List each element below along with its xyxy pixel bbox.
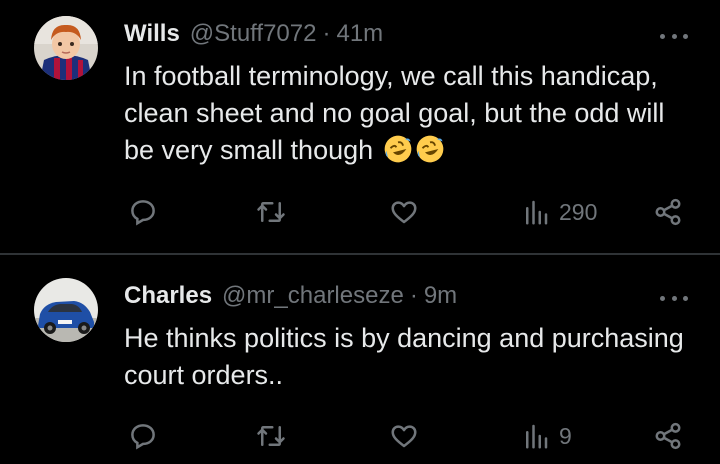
separator-dot: · [322,20,331,47]
avatar[interactable] [34,278,98,342]
tweet-text-body: He thinks politics is by dancing and pur… [124,323,684,390]
retweet-button[interactable] [255,194,287,230]
tweet-divider [0,253,720,255]
heart-icon [391,425,417,448]
user-handle[interactable]: @mr_charleseze [222,282,404,310]
views-count: 9 [559,422,572,449]
share-button[interactable] [652,418,684,454]
heart-icon [391,201,417,224]
views-chart-icon [526,424,548,449]
rolling-on-floor-laughing-emoji-icon [416,135,443,163]
timestamp[interactable]: 41m [336,20,383,48]
retweet-icon [257,426,285,446]
retweet-button[interactable] [255,418,287,454]
display-name[interactable]: Wills [124,20,180,48]
reply-icon [131,424,155,450]
tweet-actions: 290 [0,194,720,230]
separator-dot: · [409,282,418,309]
reply-icon [131,200,155,226]
views-button[interactable]: 9 [521,418,572,454]
tweet-header: Charles @mr_charleseze · 9m [124,282,457,310]
views-count: 290 [559,198,598,225]
views-button[interactable]: 290 [521,194,597,230]
like-button[interactable] [388,194,420,230]
retweet-icon [257,202,285,222]
reply-button[interactable] [128,418,158,454]
tweet-text: In football terminology, we call this ha… [124,58,694,169]
reply-button[interactable] [128,194,158,230]
views-chart-icon [526,200,548,225]
more-options-icon[interactable] [660,32,688,40]
rolling-on-floor-laughing-emoji-icon [384,135,411,163]
share-icon [655,422,681,450]
tweet-header: Wills @Stuff7072 · 41m [124,20,383,48]
tweet-actions: 9 [0,418,720,454]
more-options-icon[interactable] [660,294,688,302]
timestamp[interactable]: 9m [424,282,457,310]
tweet[interactable]: Charles @mr_charleseze · 9m He thinks po… [0,256,720,464]
avatar[interactable] [34,16,98,80]
like-button[interactable] [388,418,420,454]
tweet[interactable]: Wills @Stuff7072 · 41m In football termi… [0,0,720,254]
user-handle[interactable]: @Stuff7072 [190,20,317,48]
share-button[interactable] [652,194,684,230]
avatar-car-image [34,278,98,342]
share-icon [655,198,681,226]
avatar-child-image [34,16,98,80]
tweet-text: He thinks politics is by dancing and pur… [124,320,694,394]
display-name[interactable]: Charles [124,282,212,310]
